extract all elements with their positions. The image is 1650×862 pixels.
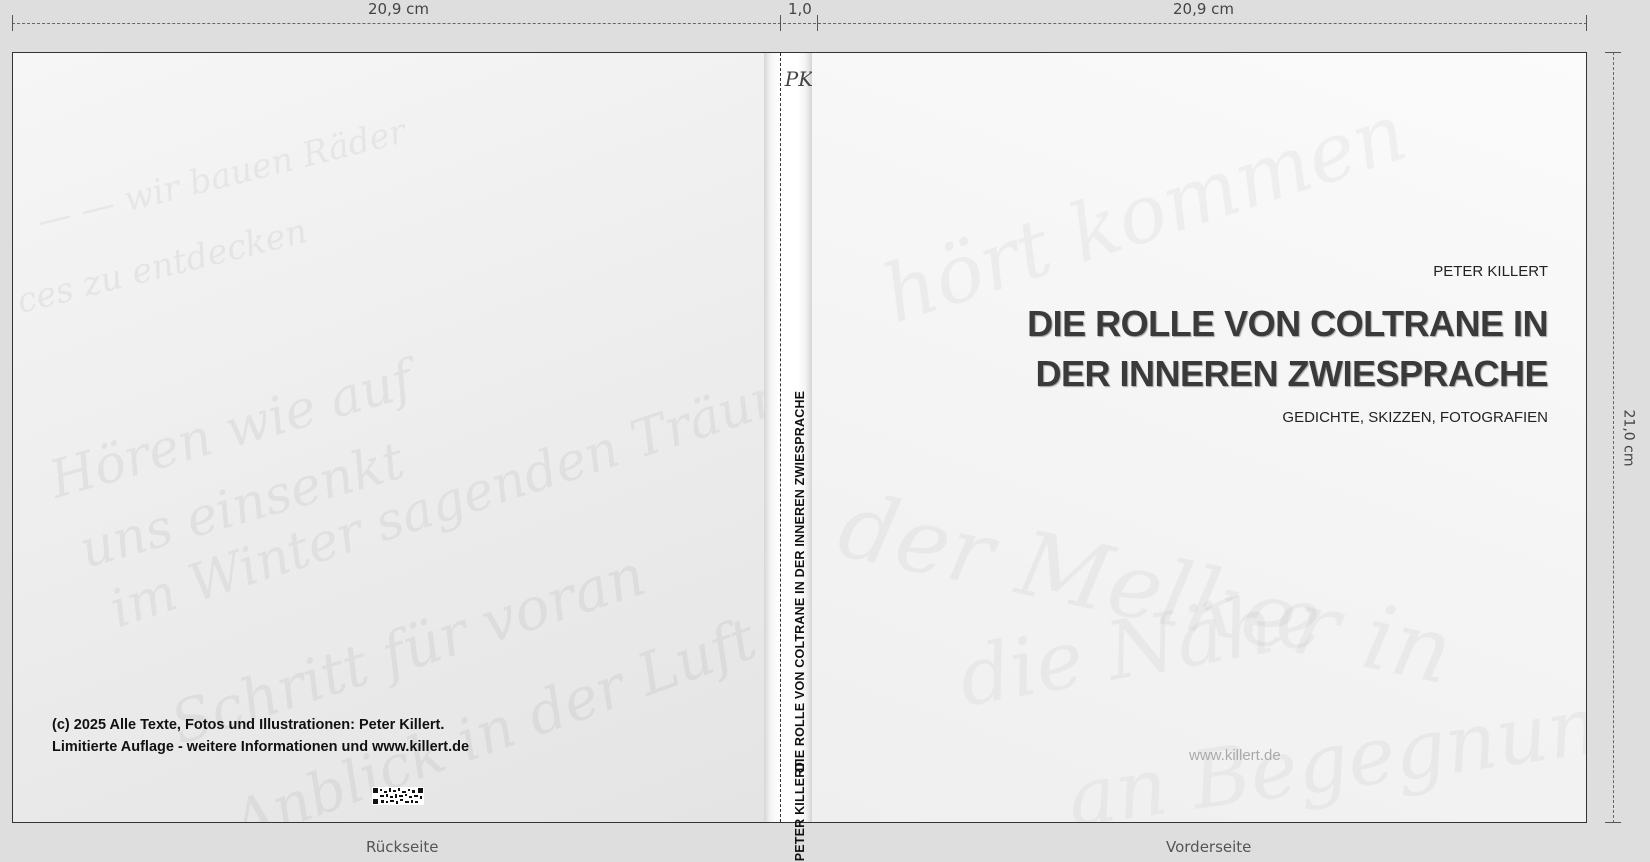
front-label: Vorderseite — [1166, 838, 1252, 856]
dim-tick — [817, 15, 818, 31]
dim-tick — [780, 15, 781, 31]
front-website: www.killert.de — [1189, 747, 1281, 764]
front-subtitle: GEDICHTE, SKIZZEN, FOTOGRAFIEN — [1282, 409, 1548, 426]
front-title-line-2: DER INNEREN ZWIESPRACHE — [1035, 353, 1548, 394]
back-label: Rückseite — [366, 838, 439, 856]
spine: PK DIE ROLLE VON COLTRANE IN DER INNEREN… — [764, 52, 818, 861]
dim-tick — [12, 15, 13, 31]
spine-fold-left — [780, 53, 781, 822]
dim-tick — [1586, 15, 1587, 31]
spine-width-label: 1,0 — [788, 0, 812, 18]
spine-author: PETER KILLERT — [793, 760, 807, 862]
front-cover: hört kommen der Melker in die Nähe an Be… — [812, 52, 1587, 823]
qr-code-icon — [372, 787, 424, 805]
copyright-text: (c) 2025 Alle Texte, Fotos und Illustrat… — [52, 717, 445, 733]
back-cover: — — wir bauen Räder ces zu entdecken Hör… — [12, 52, 764, 823]
dim-tick — [1605, 52, 1621, 53]
height-label: 21,0 cm — [1620, 409, 1637, 467]
top-dimension-line — [12, 23, 1587, 24]
right-dimension-line — [1613, 52, 1614, 823]
edition-note: Limitierte Auflage - weitere Information… — [52, 739, 470, 755]
spine-logo: PK — [784, 67, 814, 91]
back-width-label: 20,9 cm — [368, 0, 430, 18]
front-title-line-1: DIE ROLLE VON COLTRANE IN — [1027, 303, 1548, 344]
dim-tick — [1605, 822, 1621, 823]
front-author: PETER KILLERT — [1433, 263, 1548, 280]
spine-title: DIE ROLLE VON COLTRANE IN DER INNEREN ZW… — [793, 390, 807, 772]
front-width-label: 20,9 cm — [1173, 0, 1235, 18]
handwriting-line: — — wir bauen Räder — [33, 111, 410, 242]
